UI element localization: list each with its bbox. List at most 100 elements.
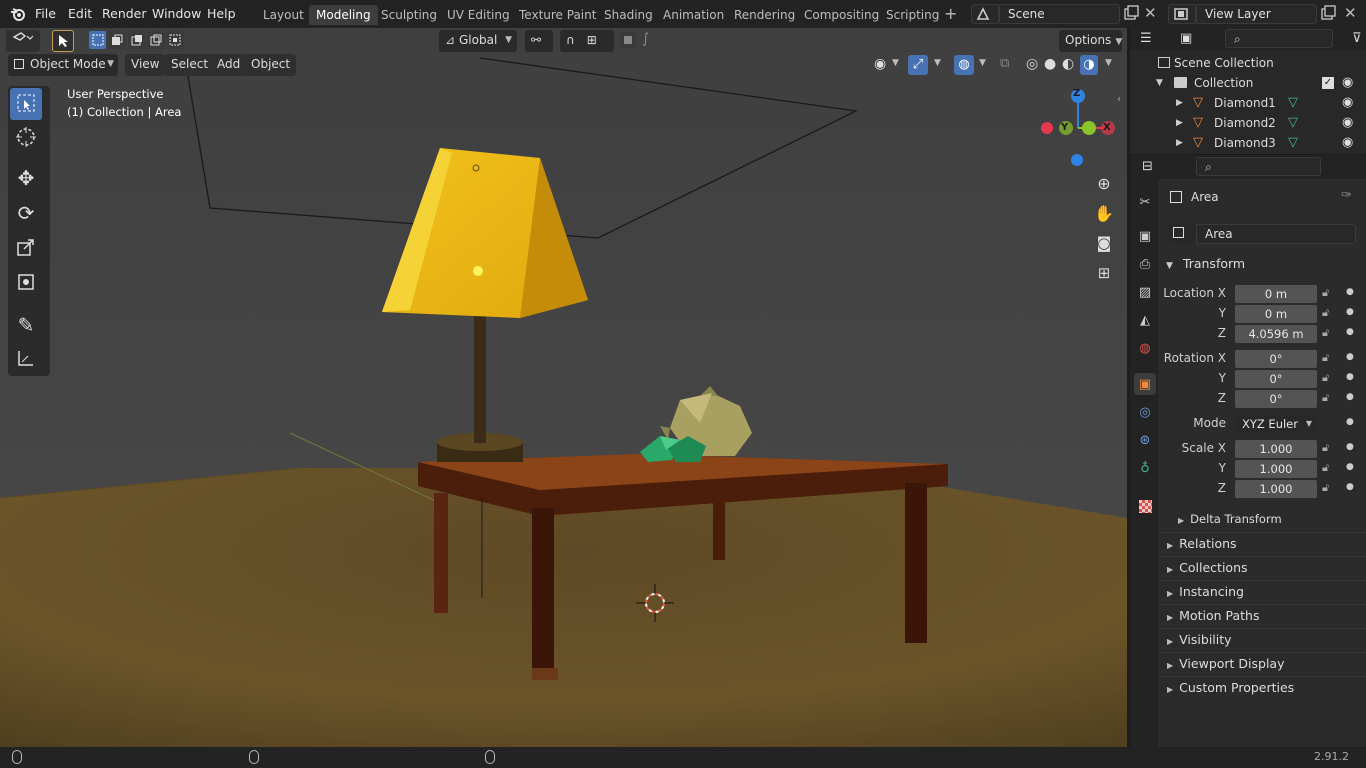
navigation-gizmo[interactable]: Z Y X <box>1036 86 1122 172</box>
tab-modifiers[interactable]: ◎ <box>1134 401 1156 423</box>
section-viewport-display[interactable]: ▶ Viewport Display <box>1158 652 1366 674</box>
transform-tool[interactable] <box>10 267 42 299</box>
options-dropdown[interactable]: Options ▼ <box>1059 30 1122 52</box>
keyframe-dot-icon[interactable]: ● <box>1346 372 1354 382</box>
keyframe-dot-icon[interactable]: ● <box>1346 327 1354 337</box>
wireframe-shading-icon[interactable]: ◎ <box>1026 56 1038 72</box>
section-custom-properties[interactable]: ▶ Custom Properties <box>1158 676 1366 698</box>
new-scene-icon[interactable] <box>1123 5 1139 21</box>
location-y-field[interactable]: 0 m <box>1235 305 1317 323</box>
snap-magnet-icon[interactable]: ∩ <box>566 33 575 47</box>
tab-texture-paint[interactable]: Texture Paint <box>512 5 603 25</box>
tool-settings-button[interactable] <box>52 30 74 52</box>
keyframe-dot-icon[interactable]: ● <box>1346 307 1354 317</box>
visibility-eye-icon[interactable]: ◉ <box>1342 93 1353 113</box>
outliner-row-diamond1[interactable]: ▶ ▽ Diamond1 ▽ ◉ <box>1130 93 1366 113</box>
tab-tool[interactable]: ✂ <box>1134 191 1156 213</box>
sidebar-collapse-icon[interactable]: ‹ <box>1117 94 1121 105</box>
snap-toggle-group[interactable]: ∩ ⊞ <box>560 30 614 52</box>
tab-output[interactable]: ⎙ <box>1134 253 1156 275</box>
expand-arrow-icon[interactable]: ▶ <box>1176 93 1183 113</box>
section-instancing[interactable]: ▶ Instancing <box>1158 580 1366 602</box>
view-layer-selector-button[interactable] <box>1168 4 1196 24</box>
blender-logo-icon[interactable] <box>10 6 26 22</box>
lock-icon[interactable]: 🔓︎ <box>1322 441 1329 455</box>
scale-x-field[interactable]: 1.000 <box>1235 440 1317 458</box>
transform-section-header[interactable]: ▼ Transform <box>1158 253 1366 275</box>
cursor-tool[interactable] <box>10 122 42 154</box>
menu-file[interactable]: File <box>35 0 56 28</box>
view-menu[interactable]: View <box>125 54 166 76</box>
chevron-down-icon[interactable]: ▼ <box>934 58 941 68</box>
rotation-z-field[interactable]: 0° <box>1235 390 1317 408</box>
expand-arrow-icon[interactable]: ▶ <box>1176 133 1183 153</box>
add-workspace-icon[interactable]: + <box>944 5 960 23</box>
properties-editor-icon[interactable]: ⊟ <box>1142 159 1153 174</box>
section-collections[interactable]: ▶ Collections <box>1158 556 1366 578</box>
proportional-editing-group[interactable]: ∫ <box>618 31 668 51</box>
measure-tool[interactable] <box>10 343 42 375</box>
visibility-eye-icon[interactable]: ◉ <box>1342 73 1353 93</box>
location-x-field[interactable]: 0 m <box>1235 285 1317 303</box>
solid-shading-icon[interactable]: ● <box>1044 56 1056 72</box>
tab-shading[interactable]: Shading <box>597 5 660 25</box>
mode-dropdown[interactable]: Object Mode ▼ <box>8 54 118 76</box>
tab-physics[interactable]: ⊛ <box>1134 429 1156 451</box>
rotation-mode-dropdown[interactable]: XYZ Euler ▼ <box>1235 415 1317 433</box>
annotate-tool[interactable]: ✎ <box>10 309 42 341</box>
material-shading-icon[interactable]: ◐ <box>1062 56 1074 72</box>
tab-world[interactable]: ◍ <box>1134 337 1156 359</box>
new-view-layer-icon[interactable] <box>1320 5 1336 21</box>
select-difference-icon[interactable] <box>147 31 165 49</box>
rotation-y-field[interactable]: 0° <box>1235 370 1317 388</box>
keyframe-dot-icon[interactable]: ● <box>1346 462 1354 472</box>
exclude-checkbox-icon[interactable]: ✓ <box>1322 77 1334 89</box>
camera-view-button[interactable]: ◙ <box>1092 231 1116 255</box>
editor-type-button[interactable] <box>6 30 40 52</box>
xray-toggle-icon[interactable]: ⧉ <box>1000 56 1009 71</box>
tab-modeling[interactable]: Modeling <box>309 5 378 25</box>
visibility-eye-icon[interactable]: ◉ <box>1342 133 1353 153</box>
add-menu[interactable]: Add <box>211 54 247 76</box>
lock-icon[interactable]: 🔓︎ <box>1322 351 1329 365</box>
object-menu[interactable]: Object <box>245 54 297 76</box>
projection-toggle-button[interactable]: ⊞ <box>1092 261 1116 285</box>
tab-object[interactable]: ▣ <box>1134 373 1156 395</box>
outliner-row-diamond3[interactable]: ▶ ▽ Diamond3 ▽ ◉ <box>1130 133 1366 153</box>
outliner-search-input[interactable]: ⌕ <box>1225 29 1333 48</box>
rotation-x-field[interactable]: 0° <box>1235 350 1317 368</box>
3d-viewport[interactable]: ⊿ Global ▼ ⚯ ∩ ⊞ ∫ Options ▼ Object Mode ▼ Vi… <box>0 28 1127 747</box>
tab-compositing[interactable]: Compositing <box>797 5 886 25</box>
scale-y-field[interactable]: 1.000 <box>1235 460 1317 478</box>
tab-object-data[interactable]: ♁ <box>1134 457 1156 479</box>
pivot-point-dropdown[interactable]: ⚯ <box>525 30 553 52</box>
transform-orientation-dropdown[interactable]: ⊿ Global ▼ <box>439 30 517 52</box>
tab-scene[interactable]: ◭ <box>1134 309 1156 331</box>
rendered-shading-icon[interactable]: ◑ <box>1080 55 1098 75</box>
visibility-eye-icon[interactable]: ◉ <box>874 56 886 72</box>
select-box-tool[interactable] <box>10 88 42 120</box>
proportional-edit-icon[interactable] <box>620 32 636 48</box>
tab-scripting[interactable]: Scripting <box>879 5 946 25</box>
zoom-button[interactable]: ⊕ <box>1092 171 1116 195</box>
lock-icon[interactable]: 🔓︎ <box>1322 326 1329 340</box>
keyframe-dot-icon[interactable]: ● <box>1346 482 1354 492</box>
outliner-editor-icon[interactable]: ☰ <box>1140 31 1152 46</box>
scale-tool[interactable] <box>10 232 42 264</box>
move-tool[interactable]: ✥ <box>10 162 42 194</box>
location-z-field[interactable]: 4.0596 m <box>1235 325 1317 343</box>
select-extend-icon[interactable] <box>108 31 126 49</box>
keyframe-dot-icon[interactable]: ● <box>1346 442 1354 452</box>
section-visibility[interactable]: ▶ Visibility <box>1158 628 1366 650</box>
lock-icon[interactable]: 🔓︎ <box>1322 306 1329 320</box>
select-intersect-icon[interactable] <box>166 31 185 49</box>
tab-layout[interactable]: Layout <box>256 5 311 25</box>
delete-scene-icon[interactable]: ✕ <box>1144 4 1160 22</box>
lock-icon[interactable]: 🔓︎ <box>1322 481 1329 495</box>
scale-z-field[interactable]: 1.000 <box>1235 480 1317 498</box>
data-selector-button[interactable] <box>1168 224 1196 244</box>
pin-icon[interactable]: ✑ <box>1341 188 1352 203</box>
chevron-down-icon[interactable]: ▼ <box>1105 58 1112 68</box>
menu-edit[interactable]: Edit <box>68 0 92 28</box>
chevron-down-icon[interactable]: ▼ <box>892 58 899 68</box>
